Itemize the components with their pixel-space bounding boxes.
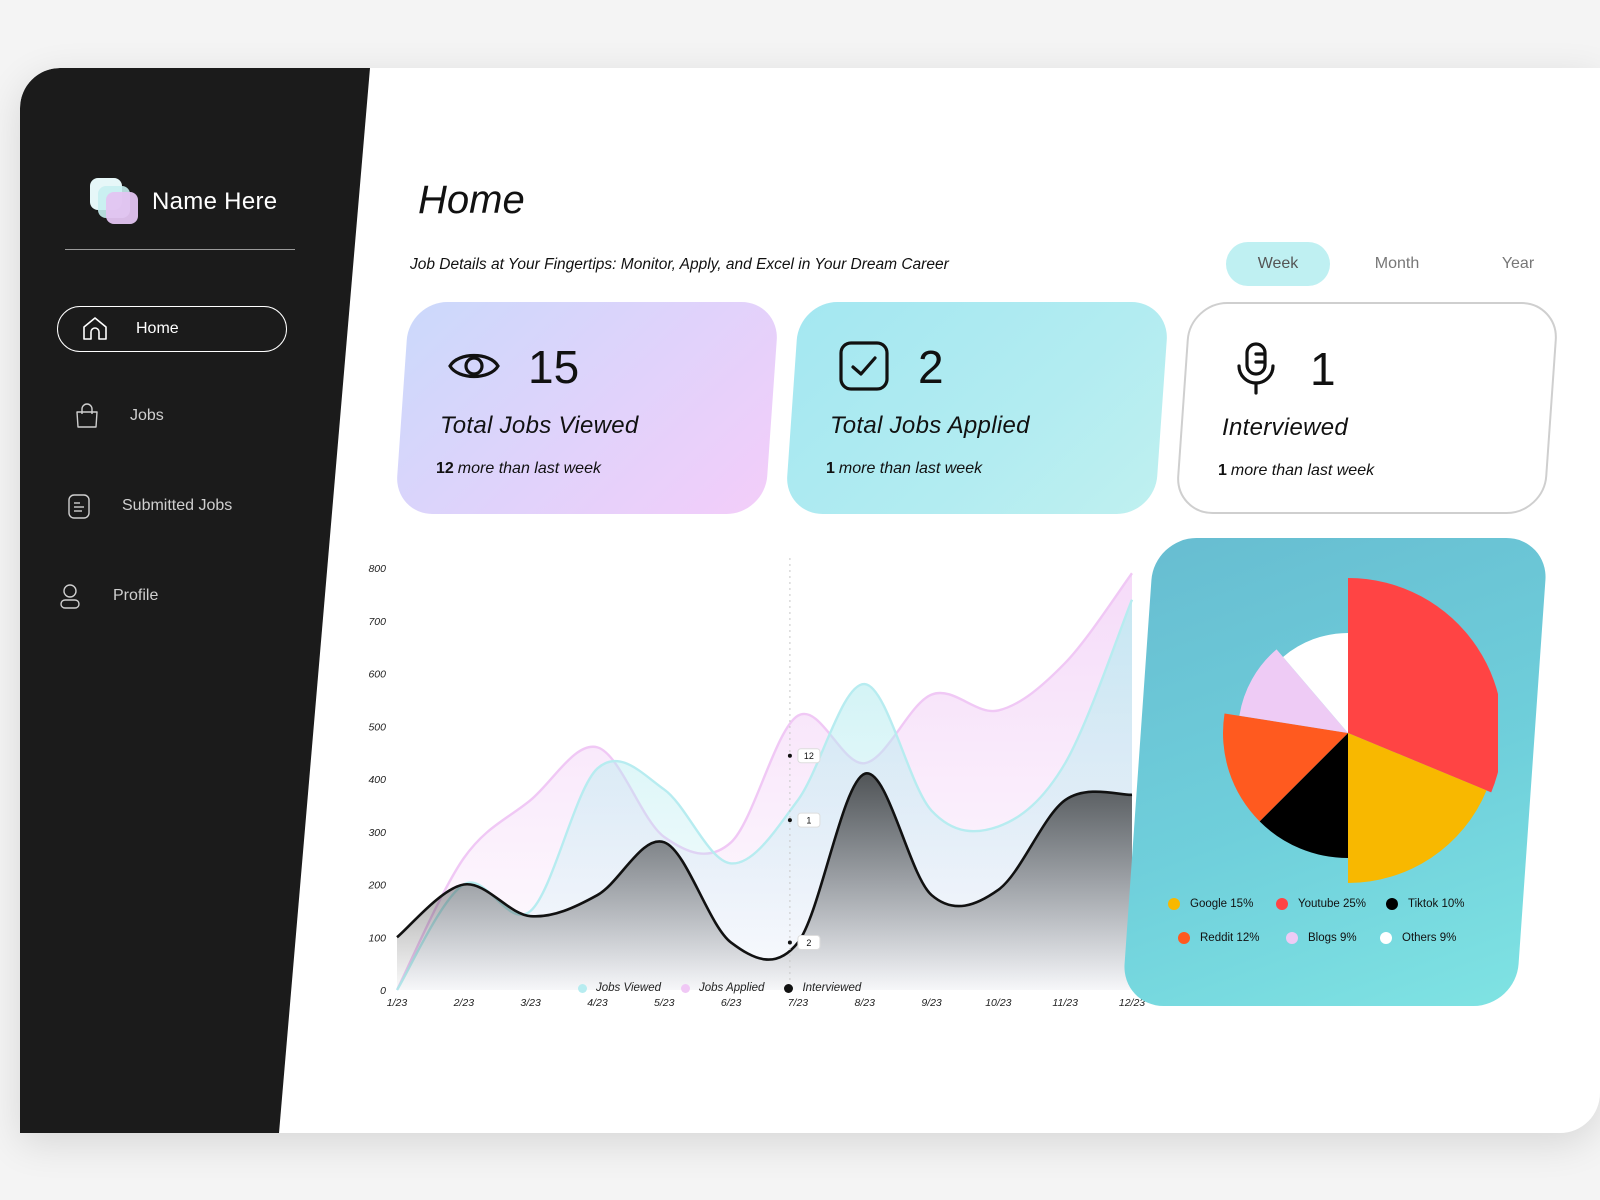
- legend-label: Google 15%: [1190, 898, 1254, 910]
- tooltip-dot: [787, 818, 792, 823]
- stat-value: 1: [1310, 343, 1336, 395]
- x-tick-label: 9/23: [921, 997, 942, 1008]
- x-tick-label: 11/23: [1052, 997, 1078, 1008]
- legend-swatch: [1380, 932, 1392, 944]
- legend-swatch: [1286, 932, 1298, 944]
- document-icon: [68, 494, 90, 519]
- traffic-source-card: Google 15% Youtube 25% Tiktok 10% Reddit 12…: [1121, 538, 1549, 1006]
- tooltip-value: 2: [806, 938, 811, 948]
- stat-delta: 1 more than last week: [1218, 462, 1375, 479]
- stat-delta: 1 more than last week: [826, 460, 983, 477]
- pie-legend-item-others[interactable]: Others 9%: [1380, 932, 1456, 944]
- x-tick-label: 2/23: [453, 997, 475, 1008]
- x-tick-label: 5/23: [654, 997, 675, 1008]
- x-tick-label: 8/23: [855, 997, 876, 1008]
- legend-label: Tiktok 10%: [1408, 898, 1465, 910]
- sidebar-item-submitted-jobs[interactable]: Submitted Jobs: [64, 491, 232, 521]
- x-tick-label: 7/23: [788, 997, 809, 1008]
- home-icon: [83, 317, 107, 340]
- microphone-icon: [1237, 342, 1275, 395]
- brand[interactable]: Name Here: [88, 176, 277, 228]
- legend-swatch: [1178, 932, 1190, 944]
- sidebar-item-home[interactable]: Home: [57, 306, 287, 352]
- period-week-button[interactable]: Week: [1226, 242, 1330, 286]
- y-tick-label: 0: [380, 985, 386, 997]
- x-tick-label: 10/23: [985, 997, 1011, 1008]
- tooltip-value: 1: [806, 816, 811, 826]
- x-tick-label: 4/23: [587, 997, 608, 1008]
- legend-label: Blogs 9%: [1308, 932, 1357, 944]
- tooltip-dot: [787, 753, 792, 758]
- y-tick-label: 400: [368, 774, 386, 786]
- legend-item-interviewed[interactable]: Interviewed: [784, 982, 861, 994]
- app-window: Name Here Home Jobs Submitted Jobs Profi…: [20, 68, 1600, 1133]
- eye-icon: [448, 354, 500, 378]
- stat-label: Interviewed: [1222, 414, 1349, 441]
- y-tick-label: 200: [367, 880, 386, 892]
- stat-card-interviewed[interactable]: 1 Interviewed 1 more than last week: [1174, 302, 1560, 514]
- period-toggle: Week Month Year: [1226, 242, 1568, 286]
- pie-legend-item-tiktok[interactable]: Tiktok 10%: [1386, 898, 1464, 910]
- y-tick-label: 300: [368, 827, 386, 839]
- brand-name: Name Here: [152, 188, 278, 215]
- sidebar-item-label: Submitted Jobs: [122, 497, 233, 514]
- pie-legend-item-blogs[interactable]: Blogs 9%: [1286, 932, 1357, 944]
- x-tick-label: 3/23: [520, 997, 541, 1008]
- period-month-button[interactable]: Month: [1336, 242, 1458, 286]
- legend-swatch: [1276, 898, 1288, 910]
- legend-label: Others 9%: [1402, 932, 1457, 944]
- legend-label: Reddit 12%: [1200, 932, 1260, 944]
- sidebar-divider: [65, 249, 295, 250]
- sidebar-item-label: Home: [136, 320, 179, 337]
- x-tick-label: 6/23: [721, 997, 742, 1008]
- stat-card-jobs-applied[interactable]: 2 Total Jobs Applied 1 more than last wee…: [784, 302, 1170, 514]
- sidebar-item-label: Jobs: [130, 407, 164, 424]
- user-icon: [60, 584, 80, 609]
- stat-delta: 12 more than last week: [436, 460, 601, 477]
- legend-swatch: [1386, 898, 1398, 910]
- sidebar-item-profile[interactable]: Profile: [55, 581, 158, 611]
- stat-value: 2: [918, 341, 944, 393]
- y-tick-label: 100: [368, 932, 386, 944]
- legend-item-jobs-applied[interactable]: Jobs Applied: [681, 982, 764, 994]
- stat-label: Total Jobs Viewed: [440, 412, 639, 439]
- tooltip-dot: [787, 940, 792, 945]
- legend-swatch: [1168, 898, 1180, 910]
- pie-legend-item-google[interactable]: Google 15%: [1168, 898, 1253, 910]
- stat-value: 15: [528, 341, 580, 393]
- sidebar: Name Here Home Jobs Submitted Jobs Profi…: [20, 68, 370, 1133]
- stat-label: Total Jobs Applied: [830, 412, 1030, 439]
- y-tick-label: 600: [368, 669, 386, 681]
- period-year-button[interactable]: Year: [1468, 242, 1568, 286]
- stat-card-jobs-viewed[interactable]: 15 Total Jobs Viewed 12 more than last we…: [394, 302, 780, 514]
- tooltip-value: 12: [804, 751, 814, 761]
- sidebar-item-jobs[interactable]: Jobs: [72, 401, 164, 431]
- pie-legend-item-youtube[interactable]: Youtube 25%: [1276, 898, 1366, 910]
- sidebar-item-label: Profile: [113, 587, 159, 604]
- y-tick-label: 700: [368, 616, 386, 628]
- activity-area-chart: 0 100 200 300 400 500 600 700 800 1/23 2/23 3/23 4/2…: [367, 558, 1145, 1008]
- bag-icon: [76, 403, 98, 428]
- legend-item-jobs-viewed[interactable]: Jobs Viewed: [578, 982, 661, 994]
- pie-legend-item-reddit[interactable]: Reddit 12%: [1178, 932, 1259, 944]
- page-subtitle: Job Details at Your Fingertips: Monitor,…: [410, 256, 949, 273]
- brand-logo-icon: [88, 176, 140, 228]
- x-tick-label: 1/23: [387, 997, 408, 1008]
- legend-label: Youtube 25%: [1298, 898, 1367, 910]
- y-tick-label: 500: [368, 721, 386, 733]
- chart-legend: Jobs Viewed Jobs Applied Interviewed: [578, 982, 881, 994]
- check-square-icon: [839, 341, 889, 391]
- page-title: Home: [418, 178, 525, 222]
- y-tick-label: 800: [368, 563, 386, 575]
- traffic-source-pie-chart: [1223, 578, 1498, 883]
